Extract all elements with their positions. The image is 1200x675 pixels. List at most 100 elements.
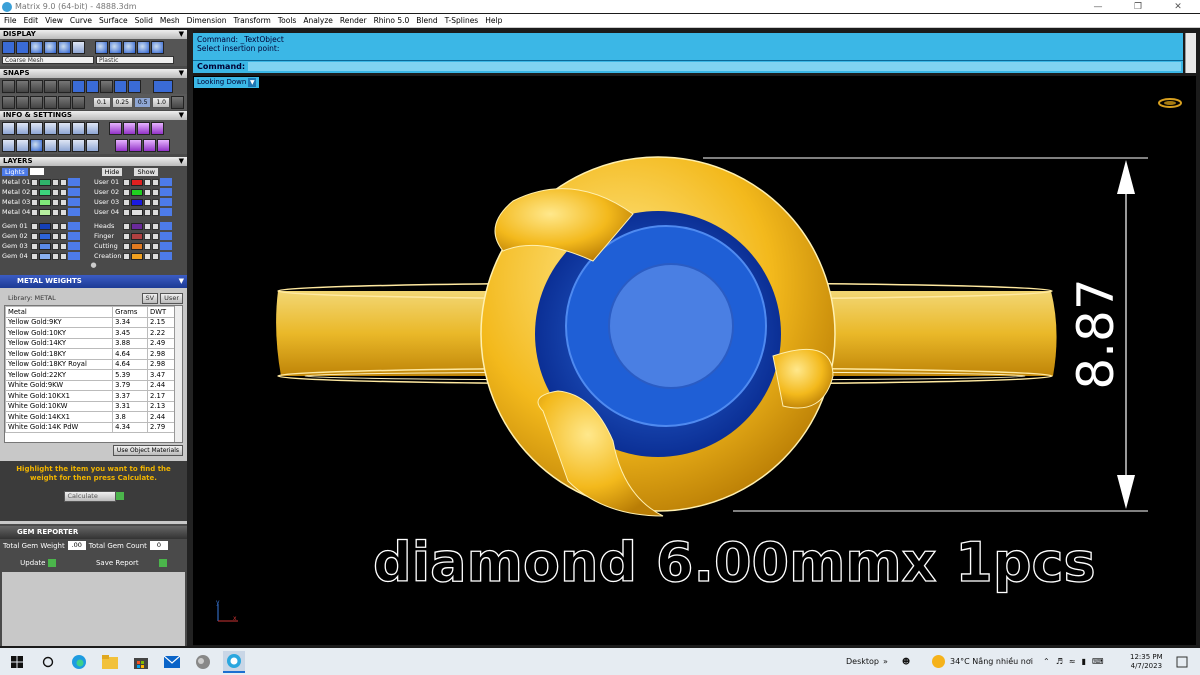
- planar-icon[interactable]: [30, 95, 43, 109]
- hierarchy-icon[interactable]: [129, 138, 142, 152]
- snap-value-3[interactable]: 1.0: [152, 96, 170, 108]
- material-icon[interactable]: [152, 242, 159, 250]
- layer-visibility-icon[interactable]: [68, 252, 80, 260]
- collapse-icon[interactable]: ▼: [179, 30, 184, 39]
- lock-icon[interactable]: [52, 178, 59, 186]
- layer-current-icon[interactable]: [31, 188, 38, 196]
- material-icon[interactable]: [60, 232, 67, 240]
- layer-visibility-icon[interactable]: [160, 178, 172, 186]
- settings-icon[interactable]: [2, 121, 15, 135]
- lock-icon[interactable]: [144, 208, 151, 216]
- mesh-select[interactable]: Coarse Mesh: [2, 56, 94, 64]
- layer-color-swatch[interactable]: [39, 188, 51, 196]
- wireframe-icon[interactable]: [2, 41, 15, 54]
- go-icon[interactable]: [47, 559, 56, 567]
- render-sphere-icon[interactable]: [30, 41, 43, 54]
- material-icon[interactable]: [60, 178, 67, 186]
- hand-icon[interactable]: [16, 121, 29, 135]
- menu-blend[interactable]: Blend: [416, 16, 437, 25]
- edge-browser-icon[interactable]: [68, 651, 90, 673]
- layer-visibility-icon[interactable]: [160, 232, 172, 240]
- search-icon[interactable]: [37, 651, 59, 673]
- close-button[interactable]: ✕: [1158, 0, 1198, 13]
- table-row[interactable]: White Gold:14K PdW 4.34 2.79: [5, 421, 175, 433]
- save-report-button[interactable]: Save Report: [96, 559, 139, 567]
- cylinder-icon[interactable]: [44, 138, 57, 152]
- snap-quad-icon[interactable]: [114, 79, 127, 93]
- metal-weights-header[interactable]: METAL WEIGHTS ▼: [0, 275, 187, 288]
- file-explorer-icon[interactable]: [99, 651, 121, 673]
- person-icon[interactable]: ☻: [902, 657, 910, 666]
- snap-knot-icon[interactable]: [128, 79, 141, 93]
- layer-visibility-icon[interactable]: [68, 178, 80, 186]
- update-button[interactable]: Update: [20, 559, 45, 567]
- metal-table-scrollbar[interactable]: [174, 306, 182, 442]
- wifi-icon[interactable]: ≈: [1069, 657, 1076, 666]
- layer-visibility-icon[interactable]: [68, 232, 80, 240]
- info-icon[interactable]: [86, 121, 99, 135]
- sv-button[interactable]: SV: [141, 292, 159, 304]
- col-grams[interactable]: Grams: [112, 306, 149, 318]
- snap-value-1[interactable]: 0.25: [111, 96, 133, 108]
- lock-icon[interactable]: [52, 188, 59, 196]
- layer-visibility-icon[interactable]: [160, 242, 172, 250]
- view-cube-icon[interactable]: [1158, 98, 1182, 108]
- snap-end-icon[interactable]: [2, 79, 15, 93]
- lock-icon[interactable]: [52, 208, 59, 216]
- layer-current-icon[interactable]: [31, 252, 38, 260]
- layer-visibility-icon[interactable]: [160, 222, 172, 230]
- table-row[interactable]: White Gold:10KW 3.31 2.13: [5, 400, 175, 412]
- layer-row[interactable]: Metal 03: [0, 197, 92, 207]
- clock[interactable]: 12:35 PM 4/7/2023: [1130, 648, 1163, 675]
- snap-point-icon[interactable]: [30, 79, 43, 93]
- lock-icon[interactable]: [144, 232, 151, 240]
- windows-start-icon[interactable]: [6, 651, 28, 673]
- layer-color-swatch[interactable]: [39, 232, 51, 240]
- material-icon[interactable]: [152, 198, 159, 206]
- lock-icon[interactable]: [52, 198, 59, 206]
- layer-color-swatch[interactable]: [39, 178, 51, 186]
- snap-value-2[interactable]: 0.5: [133, 96, 152, 108]
- lock-icon[interactable]: [52, 242, 59, 250]
- lock-icon[interactable]: [144, 198, 151, 206]
- layer-visibility-icon[interactable]: [160, 188, 172, 196]
- viewport[interactable]: 8.87 diamond 6.00mmx 1pcs y x: [193, 76, 1196, 645]
- collapse-icon[interactable]: ▼: [179, 157, 184, 166]
- grid-icon[interactable]: [2, 95, 15, 109]
- go-icon[interactable]: [115, 491, 124, 500]
- page-icon[interactable]: [86, 138, 99, 152]
- menu-help[interactable]: Help: [485, 16, 502, 25]
- layer-row[interactable]: Creation: [92, 251, 184, 261]
- layer-current-icon[interactable]: [31, 178, 38, 186]
- frame-icon[interactable]: [16, 138, 29, 152]
- layer-color-swatch[interactable]: [39, 242, 51, 250]
- material-icon[interactable]: [60, 222, 67, 230]
- material-icon[interactable]: [60, 242, 67, 250]
- user-button[interactable]: User: [160, 292, 183, 304]
- menu-dimension[interactable]: Dimension: [187, 16, 227, 25]
- gumball-icon[interactable]: [72, 95, 85, 109]
- table-row[interactable]: Yellow Gold:18KY 4.64 2.98: [5, 348, 175, 360]
- command-scrollbar[interactable]: [1185, 33, 1196, 73]
- menu-tools[interactable]: Tools: [278, 16, 296, 25]
- material-icon[interactable]: [152, 208, 159, 216]
- snap-mid-icon[interactable]: [44, 79, 57, 93]
- lens-icon[interactable]: [123, 121, 136, 135]
- lock-icon[interactable]: [52, 232, 59, 240]
- hierarchy-icon[interactable]: [157, 138, 170, 152]
- layers-header[interactable]: LAYERS ▼: [0, 157, 187, 166]
- lock-icon[interactable]: [52, 222, 59, 230]
- col-metal[interactable]: Metal: [5, 306, 114, 318]
- info-header[interactable]: INFO & SETTINGS ▼: [0, 111, 187, 120]
- layer-row[interactable]: User 02: [92, 187, 184, 197]
- layer-row[interactable]: User 01: [92, 177, 184, 187]
- layer-color-swatch[interactable]: [39, 208, 51, 216]
- layer-visibility-icon[interactable]: [68, 242, 80, 250]
- layer-current-icon[interactable]: [123, 232, 130, 240]
- material-icon[interactable]: [152, 252, 159, 260]
- layer-color-swatch[interactable]: [131, 232, 143, 240]
- layer-visibility-icon[interactable]: [160, 208, 172, 216]
- lights-button[interactable]: Lights: [2, 167, 28, 176]
- material-icon[interactable]: [60, 188, 67, 196]
- layer-current-icon[interactable]: [31, 222, 38, 230]
